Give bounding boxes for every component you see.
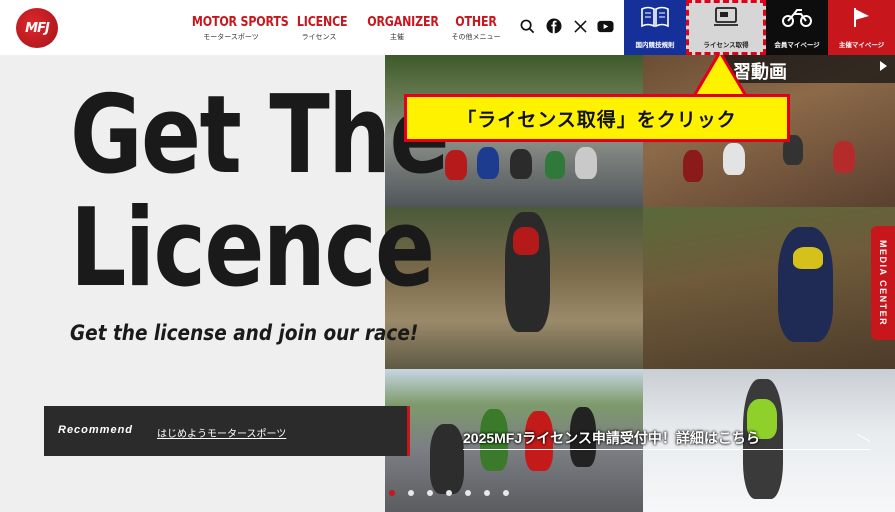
slider-dot[interactable] (503, 490, 509, 496)
slider-dots (389, 490, 509, 496)
tile-organizer-mypage-label: 主催マイページ (838, 42, 885, 49)
recommend-bar: Recommend はじめようモータースポーツ (44, 406, 410, 456)
nav-motor-sports-label: MOTOR SPORTS (191, 15, 289, 30)
tile-organizer-mypage[interactable]: 主催マイページ (828, 0, 895, 55)
tile-domestic-rules[interactable]: 国内競技規則 (624, 0, 686, 55)
slider-dot[interactable] (427, 490, 433, 496)
nav-motor-sports-sub: モータースポーツ (203, 34, 259, 41)
photo-offroad (643, 207, 895, 369)
tile-licence-acquisition[interactable]: ライセンス取得 (686, 0, 766, 55)
slider-dot[interactable] (484, 490, 490, 496)
recommend-accent (407, 406, 410, 456)
youtube-icon[interactable] (596, 17, 614, 35)
motorcycle-icon (781, 6, 813, 33)
hero-subtitle: Get the license and join our race! (70, 321, 419, 345)
slider-dot[interactable] (465, 490, 471, 496)
nav-organizer[interactable]: ORGANIZER 主催 (362, 15, 439, 42)
media-center-tab[interactable]: MEDIA CENTER (871, 226, 895, 340)
site-header: MFJ MOTOR SPORTS モータースポーツ LICENCE ライセンス … (0, 0, 895, 55)
nav-other-label: OTHER (455, 15, 497, 30)
callout-text: 「ライセンス取得」をクリック (457, 109, 737, 131)
callout-pointer (691, 50, 749, 98)
slider-dot[interactable] (408, 490, 414, 496)
tile-domestic-rules-label: 国内競技規則 (635, 42, 675, 49)
tile-member-mypage-label: 会員マイページ (774, 42, 820, 49)
media-center-label: MEDIA CENTER (878, 239, 888, 327)
tile-licence-acquisition-label: ライセンス取得 (703, 42, 749, 49)
license-card-icon (710, 6, 742, 33)
nav-motor-sports[interactable]: MOTOR SPORTS モータースポーツ (185, 15, 289, 42)
slider-dot[interactable] (446, 490, 452, 496)
instruction-callout: 「ライセンス取得」をクリック (404, 94, 790, 142)
nav-other[interactable]: OTHER その他メニュー (448, 15, 504, 42)
nav-licence-sub: ライセンス (301, 34, 337, 41)
nav-organizer-label: ORGANIZER (367, 15, 439, 30)
tile-member-mypage[interactable]: 会員マイページ (766, 0, 828, 55)
hero-title-line1: Get The (70, 73, 450, 198)
mfj-logo[interactable]: MFJ (16, 8, 58, 48)
nav-organizer-sub: 主催 (390, 34, 404, 41)
play-arrow-icon (880, 61, 887, 71)
slider-dot[interactable] (389, 490, 395, 496)
nav-licence-label: LICENCE (296, 15, 348, 30)
x-icon[interactable] (571, 17, 589, 35)
nav-other-sub: その他メニュー (451, 34, 501, 41)
search-icon[interactable] (518, 17, 536, 35)
banner-underline (463, 449, 870, 450)
book-icon (640, 6, 670, 33)
nav-licence[interactable]: LICENCE ライセンス (293, 15, 348, 42)
hero-title-line2: Licence (70, 186, 435, 311)
recommend-label: Recommend (58, 424, 134, 436)
licence-banner-link[interactable]: 2025MFJライセンス申請受付中！詳細はこちら (463, 428, 760, 448)
recommend-link[interactable]: はじめようモータースポーツ (157, 425, 286, 440)
facebook-icon[interactable] (545, 17, 563, 35)
flag-icon (849, 6, 875, 33)
